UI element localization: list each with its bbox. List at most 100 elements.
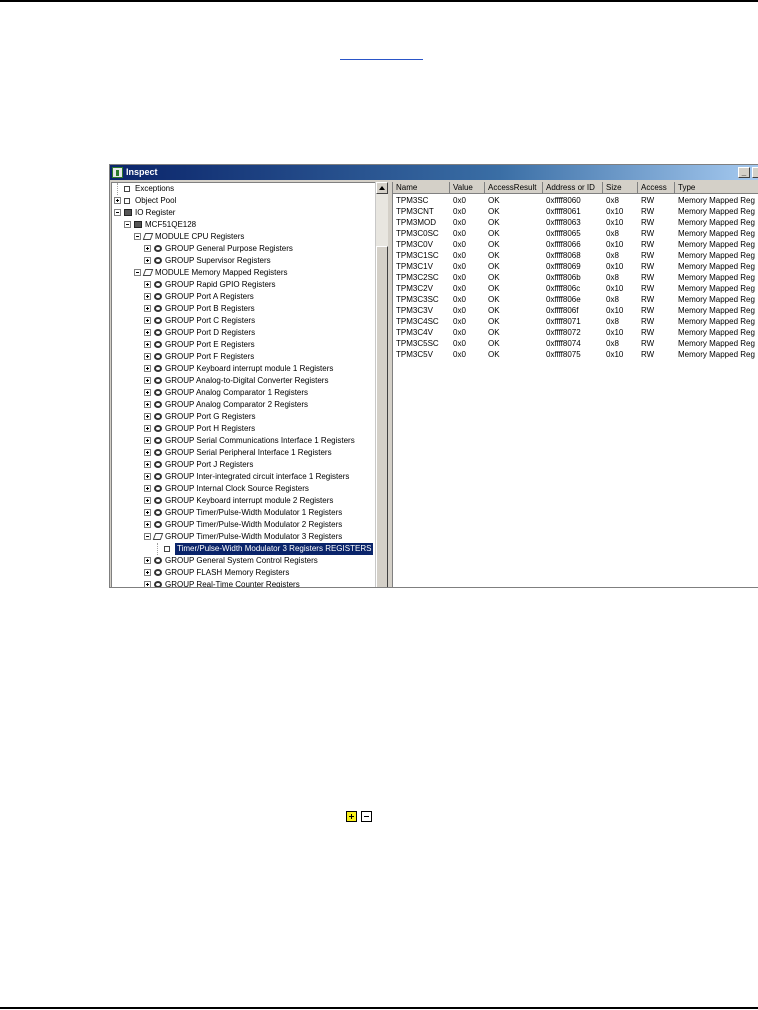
table-row[interactable]: TPM3C4V 0x0 OK 0xffff8072 0x10 RW Memory Mappe… <box>393 327 758 338</box>
expand-plus-icon[interactable] <box>144 425 151 432</box>
expand-plus-icon[interactable] <box>144 437 151 444</box>
tree-item[interactable]: Timer/Pulse-Width Modulator 3 Registers … <box>112 543 376 555</box>
expand-plus-icon[interactable] <box>144 473 151 480</box>
collapse-minus-icon[interactable] <box>114 209 121 216</box>
tree-item[interactable]: GROUP Port C Registers <box>112 315 376 327</box>
tree-item[interactable]: GROUP FLASH Memory Registers <box>112 567 376 579</box>
table-row[interactable]: TPM3MOD 0x0 OK 0xffff8063 0x10 RW Memory Mappe… <box>393 217 758 228</box>
minimize-button[interactable]: _ <box>738 167 750 178</box>
collapse-minus-icon[interactable] <box>144 533 151 540</box>
tree-item-label: GROUP Serial Peripheral Interface 1 Regi… <box>165 448 332 457</box>
expand-plus-icon[interactable] <box>144 497 151 504</box>
column-header-accessresult[interactable]: AccessResult <box>485 182 543 194</box>
expand-plus-icon[interactable] <box>144 389 151 396</box>
column-header-address-or-id[interactable]: Address or ID <box>543 182 603 194</box>
table-row[interactable]: TPM3SC 0x0 OK 0xffff8060 0x8 RW Memory Mapped … <box>393 195 758 206</box>
maximize-button[interactable] <box>752 167 758 178</box>
table-row[interactable]: TPM3C5V 0x0 OK 0xffff8075 0x10 RW Memory Mappe… <box>393 349 758 360</box>
expand-plus-icon[interactable] <box>144 293 151 300</box>
tree-item[interactable]: Exceptions <box>112 183 376 195</box>
tree-item[interactable]: MODULE Memory Mapped Registers <box>112 267 376 279</box>
window-titlebar[interactable]: Inspect _ <box>110 165 758 180</box>
tree-item[interactable]: GROUP General System Control Registers <box>112 555 376 567</box>
table-row[interactable]: TPM3C0SC 0x0 OK 0xffff8065 0x8 RW Memory Mappe… <box>393 228 758 239</box>
tree-item[interactable]: GROUP General Purpose Registers <box>112 243 376 255</box>
scroll-up-arrow-icon[interactable] <box>376 182 388 194</box>
tree-item[interactable]: MODULE CPU Registers <box>112 231 376 243</box>
tree-item[interactable]: MCF51QE128 <box>112 219 376 231</box>
expand-plus-icon[interactable] <box>144 449 151 456</box>
table-row[interactable]: TPM3C2SC 0x0 OK 0xffff806b 0x8 RW Memory Mappe… <box>393 272 758 283</box>
collapse-minus-icon[interactable] <box>124 221 131 228</box>
tree-item[interactable]: GROUP Port J Registers <box>112 459 376 471</box>
scroll-thumb[interactable] <box>376 246 388 587</box>
expand-plus-icon[interactable] <box>144 365 151 372</box>
tree-item[interactable]: GROUP Timer/Pulse-Width Modulator 1 Regi… <box>112 507 376 519</box>
table-row[interactable]: TPM3C4SC 0x0 OK 0xffff8071 0x8 RW Memory Mappe… <box>393 316 758 327</box>
collapse-minus-icon[interactable] <box>134 269 141 276</box>
group-icon <box>154 317 162 324</box>
tree-item[interactable]: GROUP Port G Registers <box>112 411 376 423</box>
column-header-type[interactable]: Type <box>675 182 758 194</box>
tree-item[interactable]: GROUP Real-Time Counter Registers <box>112 579 376 587</box>
expand-plus-icon[interactable] <box>144 413 151 420</box>
expand-plus-icon[interactable] <box>144 305 151 312</box>
tree-item[interactable]: GROUP Port D Registers <box>112 327 376 339</box>
group-icon <box>154 557 162 564</box>
expand-plus-icon[interactable] <box>144 461 151 468</box>
expand-plus-icon[interactable] <box>144 257 151 264</box>
table-row[interactable]: TPM3C0V 0x0 OK 0xffff8066 0x10 RW Memory Mappe… <box>393 239 758 250</box>
tree-item[interactable]: GROUP Serial Peripheral Interface 1 Regi… <box>112 447 376 459</box>
expand-plus-icon[interactable] <box>144 245 151 252</box>
expand-plus-icon[interactable] <box>144 557 151 564</box>
column-header-access[interactable]: Access <box>638 182 675 194</box>
expand-plus-icon[interactable] <box>144 341 151 348</box>
tree-item[interactable]: GROUP Inter-integrated circuit interface… <box>112 471 376 483</box>
tree-item[interactable]: GROUP Rapid GPIO Registers <box>112 279 376 291</box>
expand-plus-icon[interactable] <box>144 521 151 528</box>
column-header-value[interactable]: Value <box>450 182 485 194</box>
tree-item[interactable]: IO Register <box>112 207 376 219</box>
expand-plus-icon[interactable] <box>144 317 151 324</box>
tree-item[interactable]: GROUP Keyboard interrupt module 2 Regist… <box>112 495 376 507</box>
tree-item[interactable]: GROUP Port H Registers <box>112 423 376 435</box>
tree-item[interactable]: GROUP Internal Clock Source Registers <box>112 483 376 495</box>
column-header-name[interactable]: Name <box>393 182 450 194</box>
expand-plus-icon[interactable] <box>144 401 151 408</box>
tree-item[interactable]: GROUP Port E Registers <box>112 339 376 351</box>
expand-plus-icon[interactable] <box>144 377 151 384</box>
collapse-minus-icon[interactable] <box>134 233 141 240</box>
expand-plus-icon[interactable] <box>144 569 151 576</box>
group-icon <box>154 497 162 504</box>
tree-item[interactable]: GROUP Port B Registers <box>112 303 376 315</box>
tree-item[interactable]: GROUP Keyboard interrupt module 1 Regist… <box>112 363 376 375</box>
register-tree[interactable]: Exceptions Object Pool IO Register MCF51QE1… <box>111 182 377 587</box>
expand-plus-icon[interactable] <box>144 509 151 516</box>
tree-item[interactable]: Object Pool <box>112 195 376 207</box>
table-row[interactable]: TPM3C5SC 0x0 OK 0xffff8074 0x8 RW Memory Mappe… <box>393 338 758 349</box>
expand-plus-icon[interactable] <box>144 281 151 288</box>
table-row[interactable]: TPM3C1SC 0x0 OK 0xffff8068 0x8 RW Memory Mappe… <box>393 250 758 261</box>
tree-item[interactable]: GROUP Serial Communications Interface 1 … <box>112 435 376 447</box>
tree-item[interactable]: GROUP Analog Comparator 2 Registers <box>112 399 376 411</box>
document-link-underline[interactable] <box>340 58 423 60</box>
tree-item[interactable]: GROUP Port A Registers <box>112 291 376 303</box>
column-header-size[interactable]: Size <box>603 182 638 194</box>
tree-item[interactable]: GROUP Timer/Pulse-Width Modulator 2 Regi… <box>112 519 376 531</box>
expand-plus-icon[interactable] <box>144 581 151 587</box>
table-row[interactable]: TPM3CNT 0x0 OK 0xffff8061 0x10 RW Memory Mappe… <box>393 206 758 217</box>
expand-plus-icon[interactable] <box>144 485 151 492</box>
table-row[interactable]: TPM3C3SC 0x0 OK 0xffff806e 0x8 RW Memory Mappe… <box>393 294 758 305</box>
tree-item[interactable]: GROUP Analog Comparator 1 Registers <box>112 387 376 399</box>
table-row[interactable]: TPM3C3V 0x0 OK 0xffff806f 0x10 RW Memory Mappe… <box>393 305 758 316</box>
expand-plus-icon[interactable] <box>144 329 151 336</box>
table-row[interactable]: TPM3C1V 0x0 OK 0xffff8069 0x10 RW Memory Mappe… <box>393 261 758 272</box>
table-row[interactable]: TPM3C2V 0x0 OK 0xffff806c 0x10 RW Memory Mappe… <box>393 283 758 294</box>
expand-plus-icon[interactable] <box>114 197 121 204</box>
tree-item[interactable]: GROUP Supervisor Registers <box>112 255 376 267</box>
expand-plus-icon[interactable] <box>144 353 151 360</box>
tree-item[interactable]: GROUP Port F Registers <box>112 351 376 363</box>
tree-scrollbar[interactable] <box>375 182 388 587</box>
tree-item[interactable]: GROUP Analog-to-Digital Converter Regist… <box>112 375 376 387</box>
tree-item[interactable]: GROUP Timer/Pulse-Width Modulator 3 Regi… <box>112 531 376 543</box>
